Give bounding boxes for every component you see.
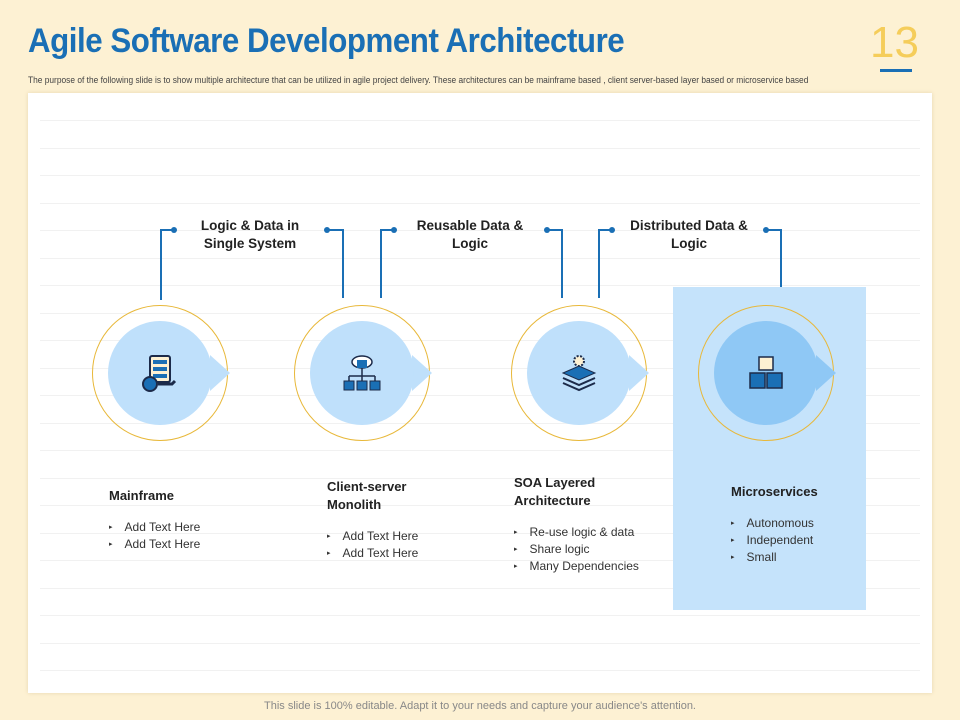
- bullet: Share logic: [514, 541, 654, 558]
- item-name: Mainframe: [109, 488, 175, 503]
- connector-line: [561, 229, 563, 298]
- bullet: Add Text Here: [327, 545, 437, 562]
- bullet: Add Text Here: [109, 519, 259, 536]
- grid-line: [40, 202, 920, 204]
- grid-line: [40, 257, 920, 259]
- connector-line: [160, 229, 162, 300]
- bullet: Add Text Here: [327, 528, 437, 545]
- server-wrench-icon: [142, 355, 177, 392]
- arrow-pointer: [412, 355, 432, 391]
- grid-line: [40, 670, 920, 671]
- arrow-pointer: [629, 355, 649, 391]
- grid-line: [40, 147, 920, 149]
- connector-dot: [763, 227, 769, 233]
- footer-note: This slide is 100% editable. Adapt it to…: [264, 700, 696, 712]
- connector-dot: [391, 227, 397, 233]
- connector-dot: [609, 227, 615, 233]
- cloud-network-icon: [343, 355, 381, 391]
- bullet: Many Dependencies: [514, 558, 654, 575]
- arrow-pointer: [816, 355, 836, 391]
- connector-line: [780, 229, 782, 287]
- page-number-underline: [880, 69, 912, 72]
- bullet: Re-use logic & data: [514, 524, 654, 541]
- grid-line: [40, 615, 920, 616]
- cubes-icon: [749, 356, 783, 389]
- item-client-server: Client-server Monolith Add Text HereAdd …: [327, 478, 437, 562]
- connector-dot: [324, 227, 330, 233]
- subtitle: The purpose of the following slide is to…: [28, 75, 809, 85]
- connector-dot: [544, 227, 550, 233]
- item-soa: SOA Layered Architecture Re-use logic & …: [514, 474, 654, 575]
- connector-label: Distributed Data & Logic: [630, 218, 748, 251]
- layers-gear-icon: [561, 355, 597, 392]
- grid-line: [40, 120, 920, 121]
- item-name: Microservices: [731, 484, 818, 499]
- arrow-pointer: [210, 355, 230, 391]
- connector-line: [380, 229, 382, 298]
- item-name: Client-server Monolith: [327, 479, 407, 512]
- connector-line: [342, 229, 344, 298]
- bullet: Add Text Here: [109, 536, 259, 553]
- grid-line: [40, 175, 920, 176]
- page-number: 13: [870, 18, 919, 67]
- grid-line: [40, 642, 920, 644]
- item-microservices: Microservices AutonomousIndependentSmall: [731, 483, 851, 566]
- connector-label: Reusable Data & Logic: [416, 218, 524, 251]
- connector-dot: [171, 227, 177, 233]
- connector-line: [598, 229, 600, 298]
- bullet: Autonomous: [731, 515, 851, 532]
- connector-label: Logic & Data in Single System: [200, 218, 300, 251]
- grid-line: [40, 285, 920, 286]
- item-name: SOA Layered Architecture: [514, 475, 596, 508]
- page-title: Agile Software Development Architecture: [28, 22, 625, 60]
- bullet: Independent: [731, 532, 851, 549]
- item-mainframe: Mainframe Add Text HereAdd Text Here: [109, 487, 259, 553]
- bullet: Small: [731, 549, 851, 566]
